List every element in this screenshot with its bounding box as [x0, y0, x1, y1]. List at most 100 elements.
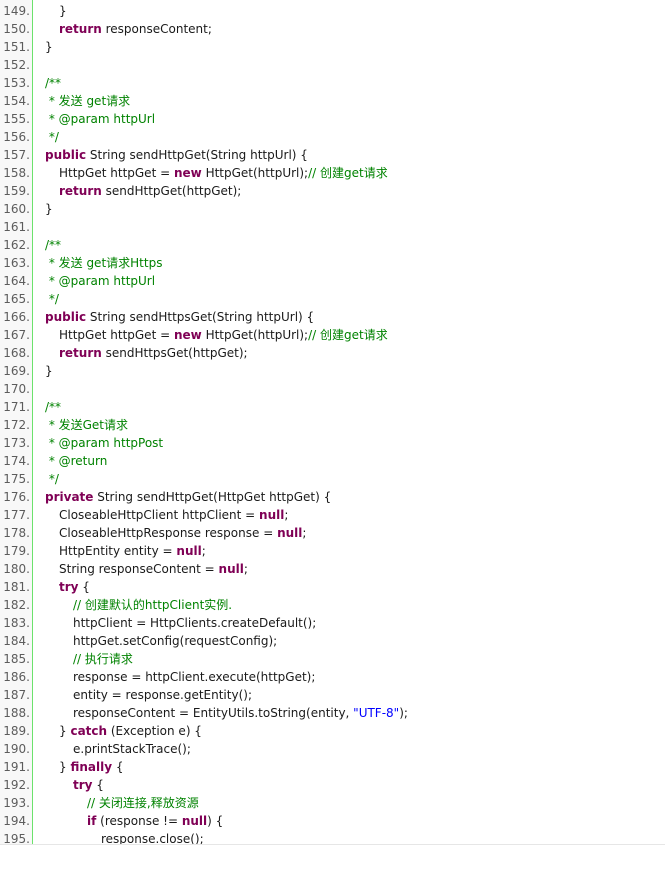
line-number: 167.: [3, 328, 30, 342]
code-text: */: [45, 470, 59, 488]
code-text: responseContent = EntityUtils.toString(e…: [73, 704, 408, 722]
code-text: response = httpClient.execute(httpGet);: [73, 668, 315, 686]
code-token: {: [78, 580, 90, 594]
keyword-token: new: [173, 166, 202, 180]
code-token: HttpGet(httpUrl);: [201, 166, 309, 180]
code-text: // 关闭连接,释放资源: [87, 794, 199, 812]
code-token: ;: [243, 562, 248, 576]
code-token: (response !=: [96, 814, 182, 828]
code-text: try {: [59, 578, 90, 596]
comment-token: // 关闭连接,释放资源: [87, 796, 199, 810]
code-token: }: [59, 724, 71, 738]
code-line: 167. HttpGet httpGet = new HttpGet(httpUr…: [0, 326, 665, 344]
line-number: 193.: [3, 796, 30, 810]
code-line: 168. return sendHttpsGet(httpGet);: [0, 344, 665, 362]
code-token: HttpGet(httpUrl);: [201, 328, 309, 342]
code-line: 153. /**: [0, 74, 665, 92]
keyword-token: public: [45, 310, 87, 324]
line-number: 171.: [3, 400, 30, 414]
comment-token: */: [45, 292, 59, 306]
comment-token: // 创建get请求: [308, 328, 388, 342]
code-token: }: [59, 4, 67, 18]
code-token: {: [92, 778, 104, 792]
line-number: 159.: [3, 184, 30, 198]
code-line: 150. return responseContent;: [0, 20, 665, 38]
keyword-token: catch: [70, 724, 108, 738]
code-token: sendHttpsGet(httpGet);: [101, 346, 248, 360]
keyword-token: null: [277, 526, 303, 540]
keyword-token: null: [176, 544, 202, 558]
code-line: 152.: [0, 56, 665, 74]
code-line: 163. * 发送 get请求Https: [0, 254, 665, 272]
code-text: }: [45, 200, 53, 218]
line-number: 157.: [3, 148, 30, 162]
line-number: 177.: [3, 508, 30, 522]
code-text: */: [45, 128, 59, 146]
code-line: 166. public String sendHttpsGet(String ht…: [0, 308, 665, 326]
code-token: }: [59, 760, 71, 774]
line-number: 173.: [3, 436, 30, 450]
code-text: httpGet.setConfig(requestConfig);: [73, 632, 277, 650]
code-line: 175. */: [0, 470, 665, 488]
code-token: }: [45, 202, 53, 216]
code-line: 158. HttpGet httpGet = new HttpGet(httpUr…: [0, 164, 665, 182]
comment-token: * 发送Get请求: [45, 418, 129, 432]
code-text: }: [59, 2, 67, 20]
code-text: CloseableHttpResponse response = null;: [59, 524, 306, 542]
code-token: (Exception e) {: [107, 724, 202, 738]
line-number: 174.: [3, 454, 30, 468]
code-text: HttpGet httpGet = new HttpGet(httpUrl);/…: [59, 164, 388, 182]
code-line: 192. try {: [0, 776, 665, 794]
code-text: return sendHttpGet(httpGet);: [59, 182, 241, 200]
code-line: 186. response = httpClient.execute(httpGe…: [0, 668, 665, 686]
code-token: {: [112, 760, 124, 774]
code-line: 191.} finally {: [0, 758, 665, 776]
code-token: CloseableHttpResponse response =: [59, 526, 278, 540]
line-number: 149.: [3, 4, 30, 18]
code-text: public String sendHttpsGet(String httpUr…: [45, 308, 314, 326]
code-line: 173. * @param httpPost: [0, 434, 665, 452]
code-token: response.close();: [101, 832, 204, 845]
line-number: 169.: [3, 364, 30, 378]
code-line: 156. */: [0, 128, 665, 146]
code-line: 151.}: [0, 38, 665, 56]
code-line: 179. HttpEntity entity = null;: [0, 542, 665, 560]
keyword-token: null: [259, 508, 285, 522]
code-line: 189.} catch (Exception e) {: [0, 722, 665, 740]
code-line: 183. httpClient = HttpClients.createDefau…: [0, 614, 665, 632]
comment-token: */: [45, 130, 59, 144]
code-text: if (response != null) {: [87, 812, 223, 830]
line-number: 185.: [3, 652, 30, 666]
code-line: 172. * 发送Get请求: [0, 416, 665, 434]
code-token: HttpEntity entity =: [59, 544, 177, 558]
code-token: e.printStackTrace();: [73, 742, 191, 756]
code-token: }: [45, 40, 53, 54]
code-text: * 发送Get请求: [45, 416, 128, 434]
keyword-token: null: [181, 814, 208, 828]
line-number: 172.: [3, 418, 30, 432]
code-token: );: [399, 706, 408, 720]
code-line: 149.}: [0, 2, 665, 20]
comment-token: // 创建get请求: [308, 166, 388, 180]
code-token: String responseContent =: [59, 562, 219, 576]
keyword-token: private: [45, 490, 94, 504]
line-number: 181.: [3, 580, 30, 594]
line-number: 160.: [3, 202, 30, 216]
line-number: 158.: [3, 166, 30, 180]
code-line: 180. String responseContent = null;: [0, 560, 665, 578]
code-line: 171. /**: [0, 398, 665, 416]
code-token: entity = response.getEntity();: [73, 688, 252, 702]
code-text: entity = response.getEntity();: [73, 686, 252, 704]
code-text: public String sendHttpGet(String httpUrl…: [45, 146, 308, 164]
line-number: 192.: [3, 778, 30, 792]
line-number: 152.: [3, 58, 30, 72]
line-number: 187.: [3, 688, 30, 702]
code-text: return sendHttpsGet(httpGet);: [59, 344, 248, 362]
code-token: httpClient = HttpClients.createDefault()…: [73, 616, 317, 630]
code-line: 187. entity = response.getEntity();: [0, 686, 665, 704]
code-line: 160.}: [0, 200, 665, 218]
code-line: 169.}: [0, 362, 665, 380]
code-text: // 创建默认的httpClient实例.: [73, 596, 232, 614]
line-number: 189.: [3, 724, 30, 738]
code-text: return responseContent;: [59, 20, 212, 38]
